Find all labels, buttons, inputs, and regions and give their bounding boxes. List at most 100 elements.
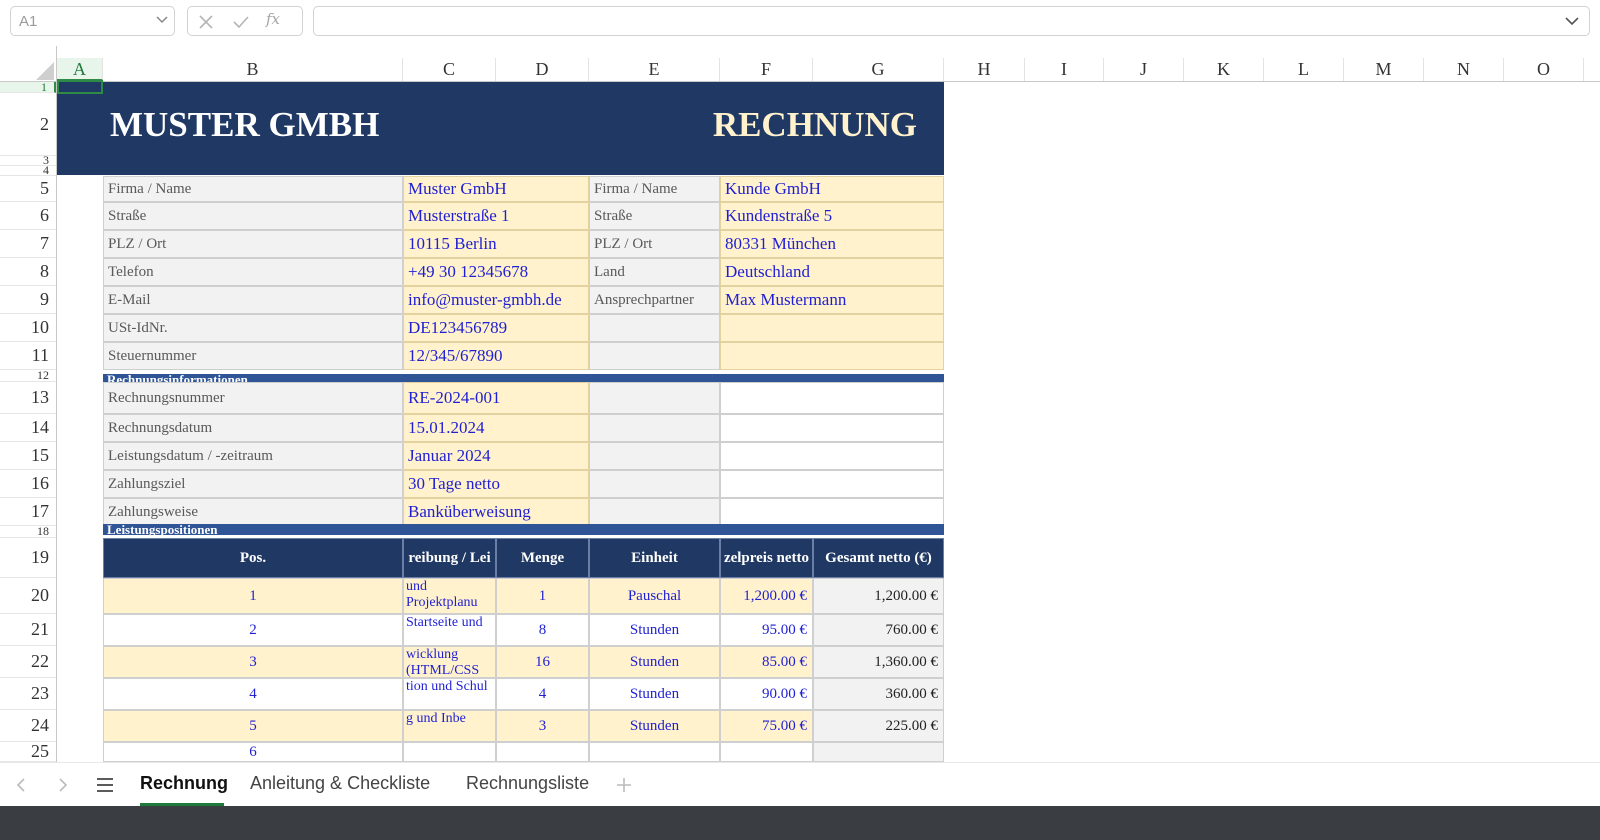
item-pos[interactable]: 1 xyxy=(103,578,403,614)
recipient-value[interactable] xyxy=(720,342,944,370)
row-header-4[interactable]: 4 xyxy=(0,166,56,176)
item-quantity[interactable]: 1 xyxy=(496,578,589,614)
item-unit[interactable]: Pauschal xyxy=(589,578,720,614)
row-header-9[interactable]: 9 xyxy=(0,286,56,314)
sender-value[interactable]: Musterstraße 1 xyxy=(403,202,589,230)
item-unit-price[interactable]: 85.00 € xyxy=(720,646,813,678)
row-header-24[interactable]: 24 xyxy=(0,710,56,742)
column-header-m[interactable]: M xyxy=(1344,58,1424,81)
row-header-10[interactable]: 10 xyxy=(0,314,56,342)
column-header-a[interactable]: A xyxy=(57,58,103,81)
recipient-value[interactable]: Kundenstraße 5 xyxy=(720,202,944,230)
row-header-11[interactable]: 11 xyxy=(0,342,56,370)
recipient-value[interactable]: 80331 München xyxy=(720,230,944,258)
column-header-c[interactable]: C xyxy=(403,58,496,81)
item-unit-price[interactable]: 75.00 € xyxy=(720,710,813,742)
name-box[interactable]: A1 xyxy=(10,6,175,36)
column-header-o[interactable]: O xyxy=(1504,58,1584,81)
spreadsheet-grid[interactable]: ABCDEFGHIJKLMNO 1 2 3 4 5 6 7 8 9 10 11 12 13 14 15 16 1… xyxy=(0,46,1600,762)
column-header-n[interactable]: N xyxy=(1424,58,1504,81)
row-header-5[interactable]: 5 xyxy=(0,176,56,202)
row-header-7[interactable]: 7 xyxy=(0,230,56,258)
column-header-k[interactable]: K xyxy=(1184,58,1264,81)
recipient-value[interactable]: Kunde GmbH xyxy=(720,176,944,202)
sender-value[interactable]: Muster GmbH xyxy=(403,176,589,202)
column-header-d[interactable]: D xyxy=(496,58,589,81)
invoice-info-value[interactable]: RE-2024-001 xyxy=(403,382,589,414)
item-unit-price[interactable]: 95.00 € xyxy=(720,614,813,646)
add-sheet-icon[interactable] xyxy=(616,777,632,793)
row-header-17[interactable]: 17 xyxy=(0,498,56,526)
row-header-22[interactable]: 22 xyxy=(0,646,56,678)
select-all-corner[interactable] xyxy=(36,62,54,80)
column-header-i[interactable]: I xyxy=(1025,58,1104,81)
item-description[interactable]: tion und Schul xyxy=(403,678,496,710)
row-header-18[interactable]: 18 xyxy=(0,526,56,538)
confirm-check-icon[interactable] xyxy=(232,14,250,30)
invoice-info-value[interactable]: Banküberweisung xyxy=(403,498,589,526)
sender-value[interactable]: DE123456789 xyxy=(403,314,589,342)
row-header-1[interactable]: 1 xyxy=(0,82,56,93)
item-description[interactable]: Startseite und xyxy=(403,614,496,646)
item-pos[interactable]: 3 xyxy=(103,646,403,678)
row-header-15[interactable]: 15 xyxy=(0,442,56,470)
item-description[interactable] xyxy=(403,742,496,762)
column-header-l[interactable]: L xyxy=(1264,58,1344,81)
row-header-25[interactable]: 25 xyxy=(0,742,56,762)
item-quantity[interactable]: 3 xyxy=(496,710,589,742)
sender-value[interactable]: 10115 Berlin xyxy=(403,230,589,258)
row-header-13[interactable]: 13 xyxy=(0,382,56,414)
column-header-f[interactable]: F xyxy=(720,58,813,81)
item-description[interactable]: und Projektplanu xyxy=(403,578,496,614)
expand-chevron-icon[interactable] xyxy=(1565,15,1579,27)
scroll-right-icon[interactable] xyxy=(58,777,68,793)
sender-value[interactable]: 12/345/67890 xyxy=(403,342,589,370)
row-header-14[interactable]: 14 xyxy=(0,414,56,442)
insert-function-icon[interactable]: fx xyxy=(266,10,280,28)
invoice-info-value[interactable]: 15.01.2024 xyxy=(403,414,589,442)
item-quantity[interactable]: 8 xyxy=(496,614,589,646)
item-quantity[interactable] xyxy=(496,742,589,762)
tab-rechnungsliste[interactable]: Rechnungsliste xyxy=(466,773,589,794)
row-header-8[interactable]: 8 xyxy=(0,258,56,286)
item-unit[interactable]: Stunden xyxy=(589,710,720,742)
recipient-value[interactable] xyxy=(720,314,944,342)
row-header-2[interactable]: 2 xyxy=(0,93,56,156)
item-unit[interactable] xyxy=(589,742,720,762)
recipient-value[interactable]: Max Mustermann xyxy=(720,286,944,314)
sender-value[interactable]: +49 30 12345678 xyxy=(403,258,589,286)
row-header-6[interactable]: 6 xyxy=(0,202,56,230)
column-header-g[interactable]: G xyxy=(813,58,944,81)
sheet-list-menu-icon[interactable] xyxy=(96,777,114,793)
invoice-info-value[interactable]: 30 Tage netto xyxy=(403,470,589,498)
item-pos[interactable]: 5 xyxy=(103,710,403,742)
item-unit-price[interactable]: 90.00 € xyxy=(720,678,813,710)
item-pos[interactable]: 4 xyxy=(103,678,403,710)
invoice-info-note[interactable] xyxy=(720,382,944,414)
item-unit[interactable]: Stunden xyxy=(589,646,720,678)
row-header-19[interactable]: 19 xyxy=(0,538,56,578)
sender-value[interactable]: info@muster-gmbh.de xyxy=(403,286,589,314)
item-unit-price[interactable]: 1,200.00 € xyxy=(720,578,813,614)
column-header-b[interactable]: B xyxy=(103,58,403,81)
row-header-16[interactable]: 16 xyxy=(0,470,56,498)
item-unit-price[interactable] xyxy=(720,742,813,762)
item-description[interactable]: wicklung (HTML/CSS xyxy=(403,646,496,678)
invoice-info-value[interactable]: Januar 2024 xyxy=(403,442,589,470)
scroll-left-icon[interactable] xyxy=(16,777,26,793)
row-header-23[interactable]: 23 xyxy=(0,678,56,710)
row-header-20[interactable]: 20 xyxy=(0,578,56,614)
invoice-info-note[interactable] xyxy=(720,498,944,526)
row-header-12[interactable]: 12 xyxy=(0,370,56,382)
invoice-info-note[interactable] xyxy=(720,442,944,470)
tab-rechnung[interactable]: Rechnung xyxy=(140,773,228,794)
cancel-icon[interactable] xyxy=(198,14,214,30)
column-header-h[interactable]: H xyxy=(944,58,1025,81)
recipient-value[interactable]: Deutschland xyxy=(720,258,944,286)
invoice-info-note[interactable] xyxy=(720,414,944,442)
tab-anleitung[interactable]: Anleitung & Checkliste xyxy=(250,773,430,794)
item-unit[interactable]: Stunden xyxy=(589,614,720,646)
column-header-j[interactable]: J xyxy=(1104,58,1184,81)
row-header-3[interactable]: 3 xyxy=(0,156,56,166)
column-header-e[interactable]: E xyxy=(589,58,720,81)
